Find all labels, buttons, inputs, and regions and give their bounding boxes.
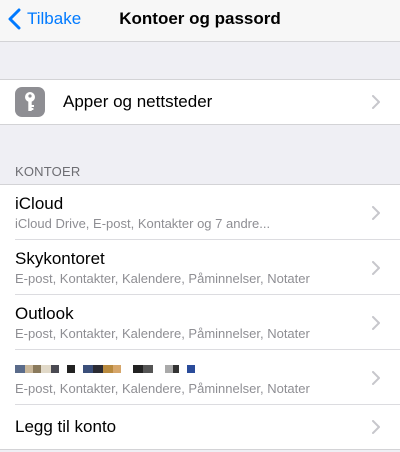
add-account-label: Legg til konto xyxy=(15,417,117,436)
apps-group: Apper og nettsteder xyxy=(0,79,400,125)
add-account-row[interactable]: Legg til konto xyxy=(0,405,400,449)
chevron-right-icon xyxy=(372,260,380,275)
account-name: Skykontoret xyxy=(15,248,105,268)
accounts-section-header: KONTOER xyxy=(15,164,81,179)
account-row-skykontoret[interactable]: Skykontoret E-post, Kontakter, Kalendere… xyxy=(0,240,400,295)
account-name: iCloud xyxy=(15,193,64,213)
chevron-right-icon xyxy=(372,95,380,109)
chevron-right-icon xyxy=(372,205,380,220)
chevron-right-icon xyxy=(372,315,380,330)
chevron-right-icon xyxy=(372,420,380,434)
apps-and-websites-row[interactable]: Apper og nettsteder xyxy=(0,80,400,124)
account-row-icloud[interactable]: iCloud iCloud Drive, E-post, Kontakter o… xyxy=(0,185,400,240)
navigation-bar: Tilbake Kontoer og passord xyxy=(0,0,400,42)
account-row-outlook[interactable]: Outlook E-post, Kontakter, Kalendere, På… xyxy=(0,295,400,350)
apps-and-websites-label: Apper og nettsteder xyxy=(63,92,213,111)
accounts-group: iCloud iCloud Drive, E-post, Kontakter o… xyxy=(0,184,400,450)
account-name: Outlook xyxy=(15,303,74,323)
page-title: Kontoer og passord xyxy=(119,9,281,28)
account-detail: E-post, Kontakter, Kalendere, Påminnelse… xyxy=(15,380,310,396)
account-detail: E-post, Kontakter, Kalendere, Påminnelse… xyxy=(15,270,310,286)
key-icon xyxy=(15,87,45,117)
account-row-redacted[interactable]: E-post, Kontakter, Kalendere, Påminnelse… xyxy=(0,350,400,405)
account-detail: E-post, Kontakter, Kalendere, Påminnelse… xyxy=(15,325,310,341)
chevron-right-icon xyxy=(372,370,380,385)
account-detail: iCloud Drive, E-post, Kontakter og 7 and… xyxy=(15,215,271,231)
redacted-account-name xyxy=(15,364,195,373)
